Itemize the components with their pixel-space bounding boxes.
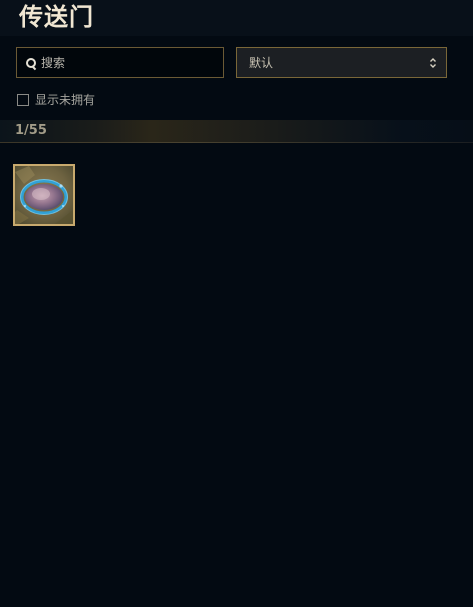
portal-thumbnail: [15, 166, 73, 224]
show-unowned-filter[interactable]: 显示未拥有: [17, 91, 95, 108]
search-icon: [25, 57, 37, 70]
collection-grid: [13, 164, 75, 226]
show-unowned-label: 显示未拥有: [35, 93, 96, 107]
sort-selected-label: 默认: [249, 56, 274, 70]
collection-count-bar: [0, 120, 473, 142]
search-box[interactable]: [16, 47, 224, 78]
search-input[interactable]: [41, 55, 223, 70]
show-unowned-checkbox[interactable]: [17, 93, 29, 106]
divider: [0, 142, 473, 143]
chevron-updown-icon: [430, 58, 436, 68]
portal-item[interactable]: [13, 164, 75, 226]
page-title: 传送门: [19, 3, 94, 31]
collection-count: 1/55: [15, 123, 47, 138]
sort-select[interactable]: 默认: [236, 47, 447, 78]
